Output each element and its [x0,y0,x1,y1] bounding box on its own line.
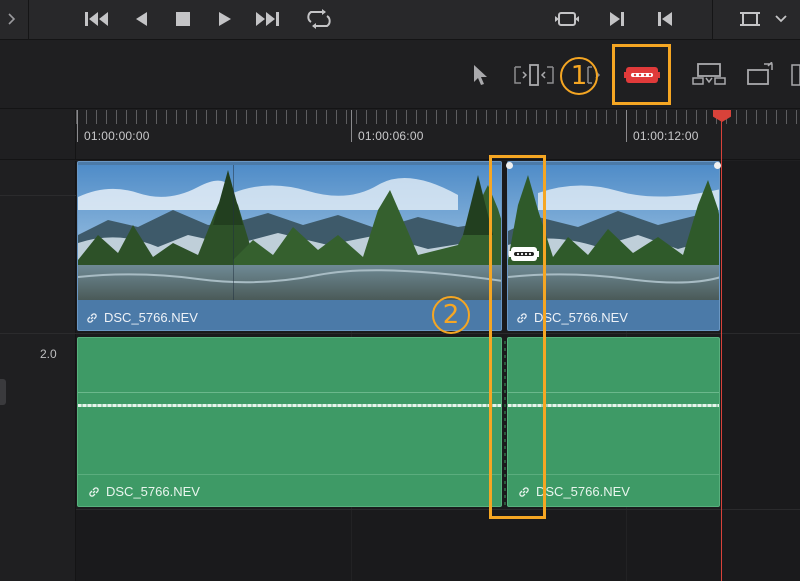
clip-label: DSC_5766.NEV [86,310,198,325]
ruler-major-tick [626,110,627,142]
ruler-gutter [0,110,76,160]
playhead-line[interactable] [721,118,722,581]
timeline-ruler[interactable]: 01:00:00:00 01:00:06:00 01:00:12:00 [0,110,800,160]
blade-tool-highlight [612,44,671,105]
timeline-tracks: 2.0 DSC_5766.NEV DSC_5766.NEV DSC_5766.N… [0,161,800,581]
clip-end-marker [714,162,721,169]
stop-icon[interactable] [172,6,194,32]
insert-clip-icon[interactable] [690,59,730,91]
callout-1: 1 [560,57,598,95]
skip-to-start-icon[interactable] [82,6,112,32]
skip-to-end-icon[interactable] [252,6,282,32]
mark-out-icon[interactable] [654,6,676,32]
clip-label: DSC_5766.NEV [88,484,200,499]
audio-gain-value: 2.0 [40,347,57,361]
timecode-label: 01:00:06:00 [358,129,424,143]
clip-name: DSC_5766.NEV [104,310,198,325]
match-frame-icon[interactable] [552,6,582,32]
timecode-label: 01:00:00:00 [84,129,150,143]
chevron-right-icon[interactable] [4,6,20,32]
selection-mode-icon[interactable] [468,59,492,91]
overflow-icon[interactable] [790,59,800,91]
replace-clip-icon[interactable] [744,59,778,91]
cut-highlight [489,155,546,519]
link-icon [89,486,99,497]
step-back-icon[interactable] [130,6,152,32]
callout-2: 2 [432,296,470,334]
mark-in-icon[interactable] [606,6,628,32]
clip-name: DSC_5766.NEV [536,484,630,499]
clip-name: DSC_5766.NEV [534,310,628,325]
link-icon [87,312,97,323]
ruler-major-tick [77,110,78,142]
razor-blade-icon [509,247,539,261]
loop-icon[interactable] [302,6,336,32]
ruler-ticks [76,110,800,124]
track-headers: 2.0 [0,161,76,581]
audio-level-line [78,392,501,393]
transport-bar [0,0,800,40]
clip-thumbnails [78,165,501,300]
chevron-down-icon[interactable] [772,6,790,32]
timecode-label: 01:00:12:00 [633,129,699,143]
play-icon[interactable] [214,6,236,32]
edit-toolbar: 1 [0,41,800,109]
clip-start-marker [506,162,513,169]
landscape-thumbnail [78,165,501,300]
audio-clip[interactable]: DSC_5766.NEV [77,337,502,507]
ruler-major-tick [351,110,352,142]
audio-waveform [78,404,501,407]
audio-divider [78,474,501,475]
clip-name: DSC_5766.NEV [106,484,200,499]
trim-edit-mode-icon[interactable] [512,59,556,91]
viewer-size-icon[interactable] [736,6,764,32]
track-header-handle[interactable] [0,379,6,405]
